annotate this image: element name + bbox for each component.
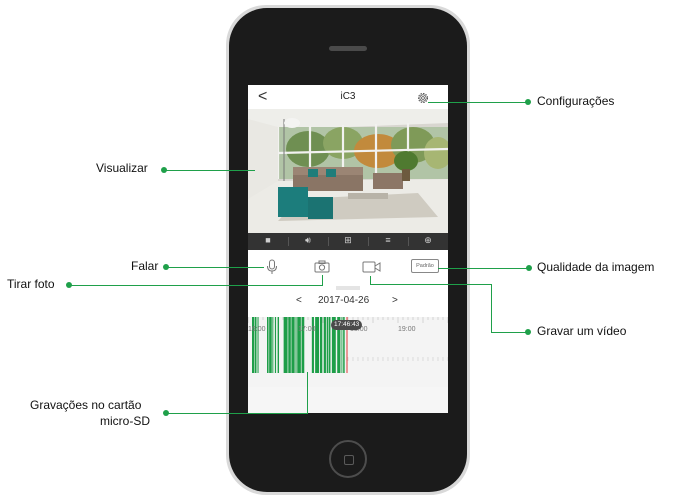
- grid-icon[interactable]: ⊞: [328, 235, 368, 246]
- recording-segment: [283, 317, 288, 373]
- callout-line: [166, 413, 308, 414]
- camera-icon[interactable]: [314, 260, 330, 273]
- recording-segment: [295, 317, 297, 373]
- callout-line: [166, 267, 264, 268]
- action-row: Padrão: [248, 250, 448, 280]
- callout-line: [370, 284, 492, 285]
- callout-line: [307, 372, 308, 414]
- callout-gravar: Gravar um vídeo: [537, 324, 627, 338]
- callout-line: [165, 170, 255, 171]
- video-toolbar: ■ 🔊︎ ⊞ ≡ ⊕: [248, 233, 448, 250]
- callout-line: [428, 102, 528, 103]
- app-screen: < iC3 ■ 🔊︎ ⊞ ≡ ⊕ Padrão < 2017-04-26 > 1…: [248, 85, 448, 413]
- callout-line: [491, 284, 492, 332]
- recording-segment: [277, 317, 280, 373]
- next-date-button[interactable]: >: [392, 295, 398, 306]
- recording-segment: [326, 317, 329, 373]
- recording-segment: [323, 317, 326, 373]
- microphone-icon[interactable]: [266, 259, 278, 275]
- callout-gravacoes-line2: micro-SD: [100, 414, 150, 428]
- video-record-icon[interactable]: [362, 260, 382, 273]
- recording-segment: [267, 317, 269, 373]
- stop-icon[interactable]: ■: [248, 235, 288, 245]
- callout-dot: [525, 99, 531, 105]
- callout-gravacoes-line1: Gravações no cartão: [30, 398, 142, 412]
- quality-button[interactable]: Padrão: [411, 259, 439, 273]
- timeline-footer: [248, 387, 448, 413]
- hour-label: 16:00: [248, 326, 266, 333]
- hour-label: 17:00: [298, 326, 316, 333]
- recording-segment: [288, 317, 291, 373]
- current-time-badge: 17:46:43: [331, 320, 363, 330]
- recording-segment: [291, 317, 295, 373]
- callout-visualizar: Visualizar: [96, 161, 148, 175]
- prev-date-button[interactable]: <: [296, 295, 302, 306]
- live-view-image[interactable]: [248, 109, 448, 233]
- recording-segment: [269, 317, 272, 373]
- callout-line: [438, 268, 530, 269]
- app-header: < iC3: [248, 85, 448, 109]
- home-square-icon: [344, 455, 354, 465]
- drag-handle[interactable]: [336, 286, 360, 290]
- callout-line: [370, 276, 371, 284]
- callout-dot: [526, 265, 532, 271]
- callout-line: [491, 332, 527, 333]
- volume-icon[interactable]: 🔊︎: [288, 235, 328, 246]
- callout-falar: Falar: [131, 259, 159, 273]
- recording-segment: [274, 317, 277, 373]
- callout-line: [322, 275, 323, 286]
- date-label: 2017-04-26: [318, 295, 370, 306]
- callout-tirar-foto: Tirar foto: [7, 277, 55, 291]
- callout-qualidade: Qualidade da imagem: [537, 260, 655, 274]
- hour-label: 19:00: [398, 326, 416, 333]
- date-navigator: < 2017-04-26 >: [248, 292, 448, 310]
- recording-segment: [319, 317, 323, 373]
- recording-segment: [272, 317, 274, 373]
- zoom-in-icon[interactable]: ⊕: [408, 235, 448, 246]
- callout-dot: [525, 329, 531, 335]
- phone-speaker: [329, 46, 367, 51]
- callout-line: [69, 285, 323, 286]
- split-view-icon[interactable]: ≡: [368, 235, 408, 245]
- callout-configuracoes: Configurações: [537, 94, 615, 108]
